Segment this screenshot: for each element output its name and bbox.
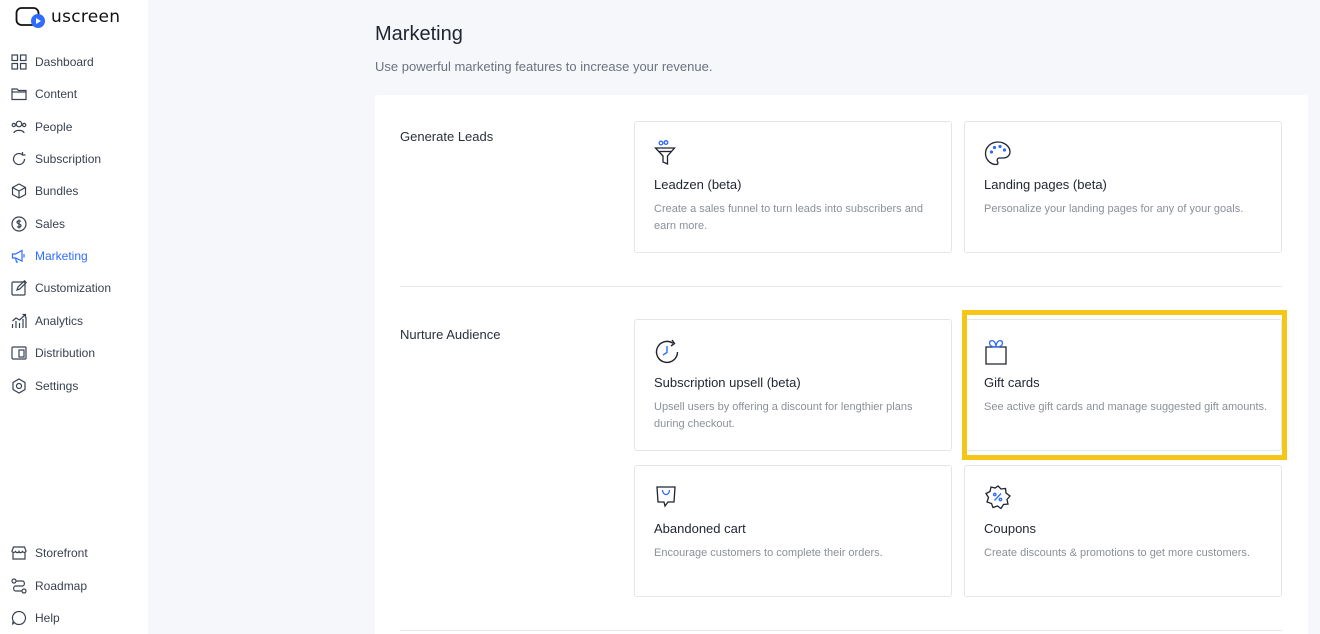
sidebar-item-storefront[interactable]: Storefront [10,542,88,564]
card-description: Encourage customers to complete their or… [654,547,883,559]
logo[interactable]: uscreen [15,5,120,29]
sidebar-item-label: Storefront [35,546,88,560]
card-title: Gift cards [984,375,1040,390]
storefront-icon [10,544,28,562]
section-divider [400,286,1282,287]
grid-icon [10,53,28,71]
card-title: Coupons [984,521,1037,536]
cart-bag-icon [654,484,680,512]
sidebar-item-bundles[interactable]: Bundles [10,180,78,202]
help-icon [10,609,28,627]
people-icon [10,118,28,136]
logo-text: uscreen [51,7,121,27]
sidebar-item-label: Sales [35,217,66,231]
sidebar-item-distribution[interactable]: Distribution [10,342,95,364]
sidebar-item-sales[interactable]: Sales [10,213,65,235]
card-description: Create discounts & promotions to get mor… [984,547,1250,559]
card-landing-pages[interactable]: Landing pages (beta) Personalize your la… [964,121,1282,253]
gear-icon [10,377,28,395]
dollar-icon [10,215,28,233]
sidebar-item-label: Dashboard [35,55,94,69]
sidebar-item-roadmap[interactable]: Roadmap [10,575,87,597]
megaphone-icon [10,247,28,265]
page-subtitle: Use powerful marketing features to incre… [375,59,713,74]
palette-icon [984,140,1011,168]
sidebar-item-settings[interactable]: Settings [10,375,78,397]
sidebar-item-label: Content [35,87,78,101]
sidebar-item-label: Customization [35,281,112,295]
box-icon [10,182,28,200]
card-title: Subscription upsell (beta) [654,375,801,390]
devices-icon [10,344,28,362]
sidebar-item-label: Bundles [35,184,79,198]
coupon-icon [984,484,1011,512]
sidebar-item-label: People [35,120,73,134]
card-title: Abandoned cart [654,521,746,536]
card-description: See active gift cards and manage suggest… [984,401,1268,413]
card-description: Upsell users by offering a discount for … [654,401,913,430]
sidebar-item-label: Roadmap [35,579,88,593]
page-title: Marketing [375,23,463,45]
sidebar-item-marketing[interactable]: Marketing [10,245,88,267]
sidebar-item-people[interactable]: People [10,116,72,138]
sidebar-item-label: Subscription [35,152,102,166]
refresh-icon [10,150,28,168]
card-gift-cards[interactable]: Gift cards See active gift cards and man… [964,319,1282,451]
sidebar-item-label: Marketing [35,249,88,263]
card-title: Landing pages (beta) [984,177,1107,192]
funnel-icon [653,140,680,168]
card-abandoned-cart[interactable]: Abandoned cart Encourage customers to co… [634,465,952,597]
sidebar-item-dashboard[interactable]: Dashboard [10,51,94,73]
card-description: Personalize your landing pages for any o… [984,203,1244,215]
card-coupons[interactable]: Coupons Create discounts & promotions to… [964,465,1282,597]
card-title: Leadzen (beta) [654,177,742,192]
sidebar: uscreen Dashboard Content People Subscri… [0,0,148,634]
folder-icon [10,85,28,103]
sidebar-item-content[interactable]: Content [10,83,77,105]
card-description: Create a sales funnel to turn leads into… [654,203,924,232]
sidebar-item-analytics[interactable]: Analytics [10,310,83,332]
roadmap-icon [10,577,28,595]
logo-icon [15,5,47,29]
sidebar-item-label: Analytics [35,314,84,328]
edit-icon [10,279,28,297]
section-title-generate-leads: Generate Leads [400,129,494,144]
sidebar-item-customization[interactable]: Customization [10,277,111,299]
sidebar-item-label: Settings [35,379,79,393]
sidebar-item-label: Distribution [35,346,96,360]
gift-icon [984,338,1010,366]
chart-icon [10,312,28,330]
sidebar-item-subscription[interactable]: Subscription [10,148,101,170]
card-subscription-upsell[interactable]: Subscription upsell (beta) Upsell users … [634,319,952,451]
card-leadzen[interactable]: Leadzen (beta) Create a sales funnel to … [634,121,952,253]
section-title-nurture-audience: Nurture Audience [400,327,501,342]
clock-refresh-icon [654,338,680,366]
sidebar-item-label: Help [35,611,60,625]
section-divider [400,630,1282,631]
sidebar-item-help[interactable]: Help [10,607,60,629]
